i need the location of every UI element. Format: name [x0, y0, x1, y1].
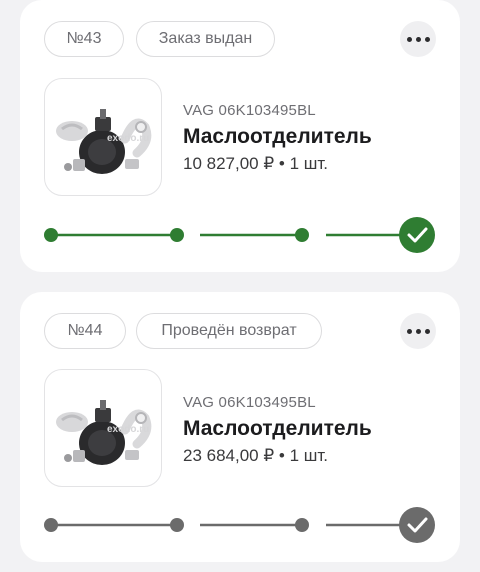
product-image[interactable]: exodo.ru [44, 369, 162, 487]
order-number: №44 [67, 322, 103, 339]
progress-step-dot [44, 228, 58, 242]
watermark-text: exodo.ru [107, 133, 149, 144]
more-horizontal-icon [406, 36, 412, 42]
product-info: VAG 06K103495BL Маслоотделитель 23 684,0… [183, 394, 372, 467]
progress-step-dot [44, 518, 58, 532]
product-name: Маслоотделитель [183, 125, 372, 148]
product-price: 23 684,00 ₽ • 1 шт. [183, 446, 329, 465]
order-card[interactable]: №43 Заказ выдан exodo.ru VAG 06K103495BL… [20, 0, 460, 272]
order-status: Заказ выдан [158, 30, 253, 47]
progress-step-dot [170, 518, 184, 532]
order-status: Проведён возврат [161, 322, 297, 339]
product-photo: exodo.ru [56, 400, 152, 465]
progress-step-dot [295, 518, 309, 532]
progress-step-dot [170, 228, 184, 242]
product-photo: exodo.ru [56, 109, 152, 174]
status-badge: Проведён возврат [136, 313, 322, 349]
watermark-text: exodo.ru [107, 424, 149, 435]
order-number-badge: №44 [44, 313, 126, 349]
checkmark-icon [399, 507, 435, 543]
more-options-button[interactable] [400, 21, 436, 57]
order-card[interactable]: №44 Проведён возврат exodo.ru VAG 06K103… [20, 292, 460, 562]
progress-step-dot [295, 228, 309, 242]
product-sku: VAG 06K103495BL [183, 394, 316, 411]
order-progress-track [44, 506, 436, 544]
checkmark-icon [399, 217, 435, 253]
order-progress-track [44, 216, 436, 254]
product-image[interactable]: exodo.ru [44, 78, 162, 196]
product-price: 10 827,00 ₽ • 1 шт. [183, 154, 329, 173]
order-number: №43 [66, 30, 102, 47]
order-number-badge: №43 [44, 21, 124, 57]
product-info: VAG 06K103495BL Маслоотделитель 10 827,0… [183, 102, 372, 175]
more-horizontal-icon [406, 328, 412, 334]
product-sku: VAG 06K103495BL [183, 102, 316, 119]
product-name: Маслоотделитель [183, 417, 372, 440]
status-badge: Заказ выдан [136, 21, 275, 57]
more-options-button[interactable] [400, 313, 436, 349]
